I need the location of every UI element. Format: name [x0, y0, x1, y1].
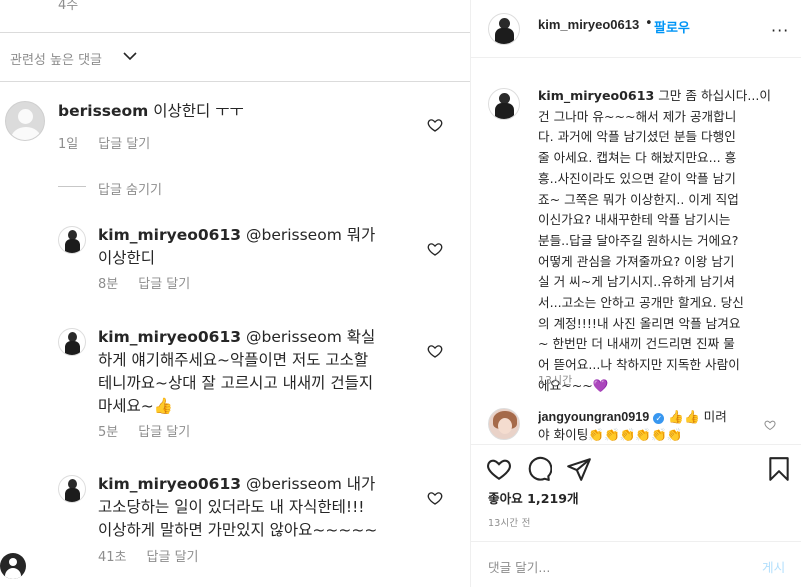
reply-age: 5분 [98, 425, 119, 440]
reply-button[interactable]: 답글 달기 [138, 277, 190, 292]
avatar[interactable] [5, 101, 45, 141]
mention-link[interactable]: @berisseom [241, 475, 342, 493]
caption-line: 건 그나마 유~~~해서 제가 공개합니 [538, 108, 737, 124]
reply-body: 이상하게 말하면 가만있지 않아요~~~~~ [98, 521, 378, 539]
heart-icon[interactable] [427, 117, 443, 133]
follow-button[interactable]: 팔로우 [654, 17, 690, 36]
comment-sort-bar[interactable]: 관련성 높은 댓글 [0, 32, 470, 82]
caption-line: 어떻게 관심을 가져줄까요? 이왕 남기 [538, 253, 735, 269]
reply-body: 이상한디 [98, 249, 156, 267]
comment-username[interactable]: berisseom [58, 102, 148, 120]
avatar[interactable] [488, 88, 520, 120]
avatar[interactable] [58, 328, 86, 356]
caption-line: 죠~ 그쪽은 뭐가 이상한지.. 이게 직업 [538, 191, 739, 207]
reply-body: 고소당하는 일이 있더라도 내 자식한테!!! [98, 498, 365, 516]
caption-line: 그만 좀 하십시다...이 [654, 88, 771, 103]
top-comment-body: 👍👍 미려 [664, 409, 727, 424]
comment-input[interactable]: 댓글 달기... [488, 557, 550, 576]
caption-line: 의 계정!!!!내 사진 올리면 악플 남겨요 [538, 315, 741, 331]
top-comment-text: jangyoungran0919 ✓ 👍👍 미려 야 화이팅👏👏👏👏👏👏 [538, 408, 758, 444]
bookmark-icon[interactable] [766, 456, 792, 482]
caption-line: 서...고소는 안하고 공개만 할게요. 당신 [538, 295, 744, 311]
reply-username[interactable]: kim_miryeo0613 [98, 475, 241, 493]
hide-replies-divider [58, 186, 86, 187]
mention-link[interactable]: @berisseom [241, 328, 342, 346]
reply-text: kim_miryeo0613 @berisseom 뭐가 이상한디 [98, 224, 428, 270]
hide-replies-button[interactable]: 답글 숨기기 [98, 179, 162, 198]
comment-text: berisseom 이상한디 ㅜㅜ [58, 100, 244, 123]
caption-line: 어 뜯어요...나 착하지만 지독한 사람이 [538, 357, 740, 373]
caption-username[interactable]: kim_miryeo0613 [538, 88, 654, 103]
comment-meta: 1일 답글 달기 [58, 133, 150, 152]
reply-body: 테니까요~상대 잘 고르시고 내새끼 건들지 [98, 374, 374, 392]
reply-body: 내가 [341, 475, 376, 493]
heart-icon[interactable] [764, 419, 776, 431]
top-comment-username[interactable]: jangyoungran0919 [538, 410, 649, 424]
reply-body: 하게 얘기해주세요~악플이면 저도 고소할 [98, 351, 369, 369]
top-comment-body: 야 화이팅👏👏👏👏👏👏 [538, 427, 683, 442]
mobile-comments-panel: 4주 관련성 높은 댓글 berisseom 이상한디 ㅜㅜ 1일 답글 달기 답… [0, 0, 470, 587]
heart-icon[interactable] [427, 241, 443, 257]
reply-body: 확실 [341, 328, 376, 346]
avatar[interactable] [58, 226, 86, 254]
previous-comment-age: 4주 [58, 0, 79, 13]
comment-age: 1일 [58, 137, 79, 152]
reply-button[interactable]: 답글 달기 [147, 550, 199, 565]
reply-username[interactable]: kim_miryeo0613 [98, 226, 241, 244]
caption-time[interactable]: 13시간 [538, 372, 572, 388]
reply-meta: 5분 답글 달기 [98, 421, 190, 440]
caption-line: 줄 아세요. 캡쳐는 다 해놨지만요... 흥 [538, 150, 737, 166]
mention-link[interactable]: @berisseom [241, 226, 342, 244]
post-detail-panel: kim_miryeo0613 • 팔로우 ··· kim_miryeo0613 … [470, 0, 801, 587]
reply-username[interactable]: kim_miryeo0613 [98, 328, 241, 346]
reply-button[interactable]: 답글 달기 [138, 425, 190, 440]
reply-meta: 8분 답글 달기 [98, 273, 190, 292]
post-username[interactable]: kim_miryeo0613 [538, 17, 639, 32]
caption-line: ~ 한번만 더 내새끼 건드리면 진짜 물 [538, 336, 735, 352]
comment-body: 이상한디 ㅜㅜ [148, 102, 244, 120]
reply-body: 마세요~👍 [98, 397, 174, 415]
caption-line: 흥..사진이라도 있으면 같이 악플 남기 [538, 170, 736, 186]
avatar[interactable] [488, 408, 520, 440]
post-caption: kim_miryeo0613 그만 좀 하십시다...이 건 그나마 유~~~해… [538, 86, 794, 397]
share-paper-plane-icon[interactable] [566, 456, 592, 482]
chevron-down-icon[interactable] [122, 48, 138, 64]
comment-bubble-icon[interactable] [526, 456, 552, 482]
reply-age: 8분 [98, 277, 119, 292]
caption-line: 이신가요? 내새꾸한테 악플 남기시는 [538, 212, 731, 228]
caption-line: 실 거 씨~게 남기시지..유하게 남기셔 [538, 274, 735, 290]
post-timestamp[interactable]: 13시간 전 [488, 515, 531, 529]
caption-line: 분들..답글 달아주길 원하시는 거에요? [538, 232, 739, 248]
post-comment-button[interactable]: 게시 [762, 557, 785, 576]
reply-meta: 41초 답글 달기 [98, 546, 199, 565]
verified-badge-icon: ✓ [653, 413, 665, 424]
like-heart-icon[interactable] [486, 456, 512, 482]
reply-button[interactable]: 답글 달기 [98, 137, 150, 152]
heart-icon[interactable] [427, 490, 443, 506]
reply-text: kim_miryeo0613 @berisseom 확실 하게 얘기해주세요~악… [98, 326, 438, 418]
reply-age: 41초 [98, 550, 127, 565]
reply-body: 뭐가 [341, 226, 376, 244]
heart-icon[interactable] [427, 343, 443, 359]
current-user-avatar[interactable] [0, 553, 26, 579]
sort-label[interactable]: 관련성 높은 댓글 [10, 49, 102, 68]
avatar[interactable] [488, 13, 520, 45]
reply-text: kim_miryeo0613 @berisseom 내가 고소당하는 일이 있더… [98, 473, 438, 542]
post-header: kim_miryeo0613 • 팔로우 ··· [471, 0, 801, 58]
add-comment-bar: 댓글 달기... 게시 [471, 541, 801, 587]
like-count[interactable]: 좋아요 1,219개 [488, 488, 579, 507]
more-options-icon[interactable]: ··· [771, 21, 789, 40]
caption-line: 다. 과거에 악플 남기셨던 분들 다행인 [538, 129, 736, 145]
separator-dot: • [645, 16, 653, 31]
avatar[interactable] [58, 475, 86, 503]
